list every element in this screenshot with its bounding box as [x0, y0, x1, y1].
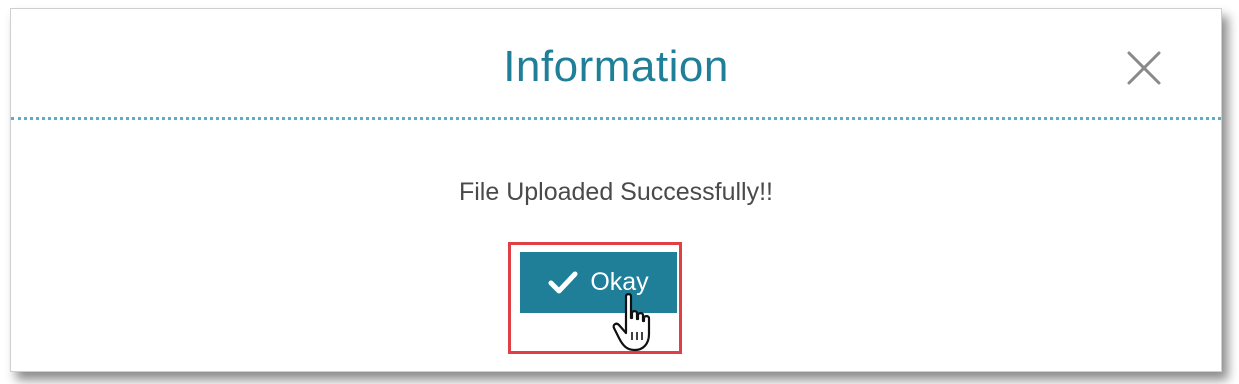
- close-icon: [1127, 51, 1161, 85]
- dialog-header: Information: [11, 9, 1221, 120]
- dialog-title: Information: [503, 42, 729, 91]
- close-button[interactable]: [1125, 49, 1163, 87]
- hand-pointer-icon: [612, 293, 651, 352]
- dialog-message: File Uploaded Successfully!!: [458, 178, 774, 206]
- screen: Information File Uploaded Successfully!!…: [0, 0, 1239, 384]
